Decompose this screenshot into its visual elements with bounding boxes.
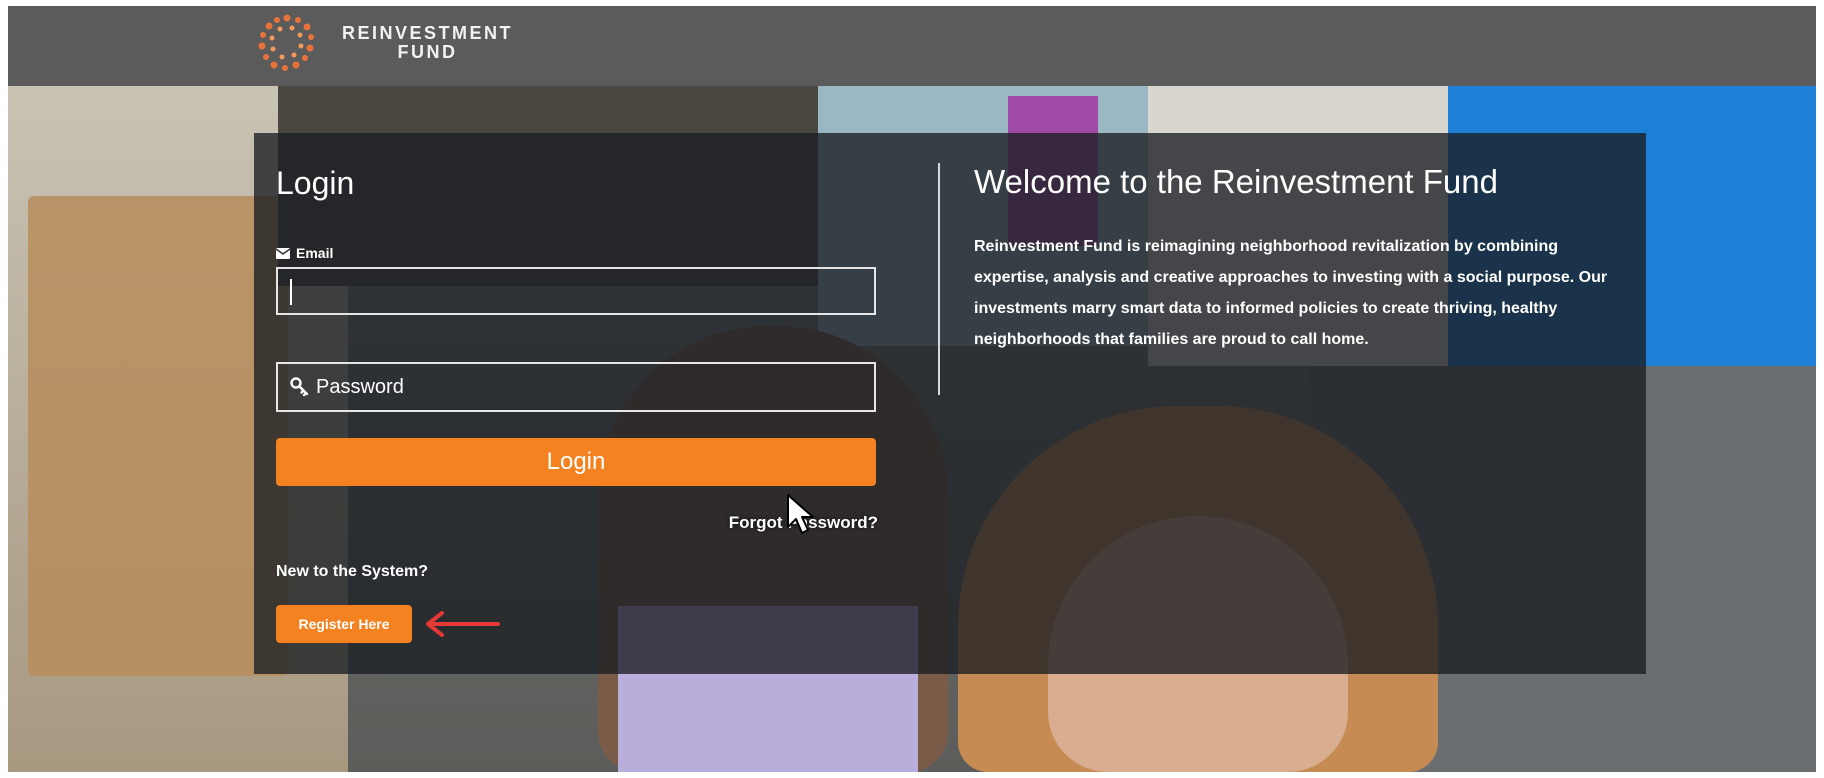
text-caret <box>290 279 292 305</box>
password-input[interactable] <box>310 374 874 400</box>
welcome-title: Welcome to the Reinvestment Fund <box>974 163 1498 200</box>
email-label-text: Email <box>296 245 334 261</box>
login-title: Login <box>276 165 355 201</box>
envelope-icon <box>276 247 290 259</box>
key-icon <box>290 377 309 397</box>
login-panel: Login Email Login Forgot Password? New t… <box>254 133 1646 674</box>
password-field[interactable] <box>276 362 876 412</box>
mouse-pointer-icon <box>787 494 814 534</box>
vertical-divider <box>938 163 940 395</box>
browser-viewport: REINVESTMENT FUND Login Email Login Forg… <box>8 6 1816 772</box>
site-header: REINVESTMENT FUND <box>8 6 1816 86</box>
logo-wordmark: REINVESTMENT FUND <box>342 24 513 62</box>
email-input[interactable] <box>276 267 876 315</box>
register-button[interactable]: Register Here <box>276 605 412 643</box>
logo-dots-icon <box>258 14 314 71</box>
logo-line1: REINVESTMENT <box>342 23 514 43</box>
red-arrow-annotation-icon <box>426 611 500 637</box>
login-button[interactable]: Login <box>276 438 876 486</box>
logo-line2: FUND <box>397 42 458 62</box>
new-to-system-text: New to the System? <box>276 563 429 580</box>
site-logo[interactable]: REINVESTMENT FUND <box>252 8 513 78</box>
welcome-description: Reinvestment Fund is reimagining neighbo… <box>974 238 1608 348</box>
email-label: Email <box>276 245 333 261</box>
